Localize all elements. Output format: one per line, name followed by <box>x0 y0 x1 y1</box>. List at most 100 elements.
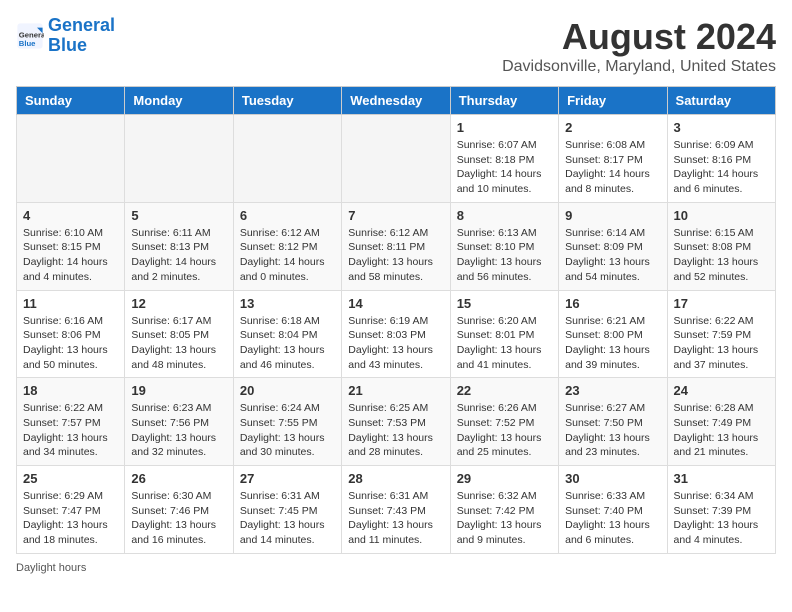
calendar-cell: 22Sunrise: 6:26 AMSunset: 7:52 PMDayligh… <box>450 378 558 466</box>
day-info: Sunrise: 6:22 AMSunset: 7:59 PMDaylight:… <box>674 314 769 373</box>
calendar-cell: 5Sunrise: 6:11 AMSunset: 8:13 PMDaylight… <box>125 202 233 290</box>
weekday-header: Sunday <box>17 87 125 115</box>
day-info: Sunrise: 6:08 AMSunset: 8:17 PMDaylight:… <box>565 138 660 197</box>
svg-text:General: General <box>19 30 44 39</box>
day-info: Sunrise: 6:25 AMSunset: 7:53 PMDaylight:… <box>348 401 443 460</box>
logo-icon: General Blue <box>16 22 44 50</box>
calendar-cell: 29 Sunrise: 6:32 AMSunset: 7:42 PMDayligh… <box>450 466 558 554</box>
day-info: Sunrise: 6:14 AMSunset: 8:09 PMDaylight:… <box>565 226 660 285</box>
day-info: Sunrise: 6:19 AMSunset: 8:03 PMDaylight:… <box>348 314 443 373</box>
calendar-cell: 17 Sunrise: 6:22 AMSunset: 7:59 PMDayligh… <box>667 290 775 378</box>
calendar-cell: 18Sunrise: 6:22 AMSunset: 7:57 PMDayligh… <box>17 378 125 466</box>
title-area: August 2024 Davidsonville, Maryland, Uni… <box>502 16 776 76</box>
day-number: 18 <box>23 383 118 398</box>
day-number: 20 <box>240 383 335 398</box>
weekday-header: Thursday <box>450 87 558 115</box>
day-info: Sunrise: 6:21 AMSunset: 8:00 PMDaylight:… <box>565 314 660 373</box>
day-number: 23 <box>565 383 660 398</box>
day-number: 3 <box>674 120 769 135</box>
day-number: 9 <box>565 208 660 223</box>
day-info: Sunrise: 6:15 AMSunset: 8:08 PMDaylight:… <box>674 226 769 285</box>
day-number: 13 <box>240 296 335 311</box>
day-info: Sunrise: 6:20 AMSunset: 8:01 PMDaylight:… <box>457 314 552 373</box>
day-number: 10 <box>674 208 769 223</box>
weekday-header: Wednesday <box>342 87 450 115</box>
day-info: Sunrise: 6:12 AMSunset: 8:12 PMDaylight:… <box>240 226 335 285</box>
calendar-cell <box>342 115 450 203</box>
day-number: 17 <box>674 296 769 311</box>
day-info: Sunrise: 6:09 AMSunset: 8:16 PMDaylight:… <box>674 138 769 197</box>
day-info: Sunrise: 6:31 AMSunset: 7:43 PMDaylight:… <box>348 489 443 548</box>
day-info: Sunrise: 6:17 AMSunset: 8:05 PMDaylight:… <box>131 314 226 373</box>
day-number: 19 <box>131 383 226 398</box>
day-number: 26 <box>131 471 226 486</box>
day-number: 21 <box>348 383 443 398</box>
main-title: August 2024 <box>502 16 776 58</box>
logo-line2: Blue <box>48 35 87 55</box>
day-info: Sunrise: 6:23 AMSunset: 7:56 PMDaylight:… <box>131 401 226 460</box>
calendar-cell: 27 Sunrise: 6:31 AMSunset: 7:45 PMDayligh… <box>233 466 341 554</box>
day-info: Sunrise: 6:28 AMSunset: 7:49 PMDaylight:… <box>674 401 769 460</box>
calendar-cell: 26Sunrise: 6:30 AMSunset: 7:46 PMDayligh… <box>125 466 233 554</box>
day-number: 5 <box>131 208 226 223</box>
calendar-cell: 3 Sunrise: 6:09 AMSunset: 8:16 PMDaylight… <box>667 115 775 203</box>
day-info: Sunrise: 6:31 AMSunset: 7:45 PMDaylight:… <box>240 489 335 548</box>
day-info: Sunrise: 6:10 AMSunset: 8:15 PMDaylight:… <box>23 226 118 285</box>
day-number: 16 <box>565 296 660 311</box>
calendar-cell: 11Sunrise: 6:16 AMSunset: 8:06 PMDayligh… <box>17 290 125 378</box>
weekday-header: Monday <box>125 87 233 115</box>
weekday-header-row: SundayMondayTuesdayWednesdayThursdayFrid… <box>17 87 776 115</box>
day-info: Sunrise: 6:24 AMSunset: 7:55 PMDaylight:… <box>240 401 335 460</box>
calendar-cell: 15Sunrise: 6:20 AMSunset: 8:01 PMDayligh… <box>450 290 558 378</box>
day-number: 27 <box>240 471 335 486</box>
calendar-cell: 10 Sunrise: 6:15 AMSunset: 8:08 PMDayligh… <box>667 202 775 290</box>
day-number: 7 <box>348 208 443 223</box>
day-number: 6 <box>240 208 335 223</box>
calendar-cell: 24Sunrise: 6:28 AMSunset: 7:49 PMDayligh… <box>667 378 775 466</box>
calendar-week-row: 4 Sunrise: 6:10 AMSunset: 8:15 PMDaylight… <box>17 202 776 290</box>
calendar-cell: 14Sunrise: 6:19 AMSunset: 8:03 PMDayligh… <box>342 290 450 378</box>
calendar-cell: 8 Sunrise: 6:13 AMSunset: 8:10 PMDaylight… <box>450 202 558 290</box>
calendar-cell <box>125 115 233 203</box>
calendar-cell: 23 Sunrise: 6:27 AMSunset: 7:50 PMDayligh… <box>559 378 667 466</box>
subtitle: Davidsonville, Maryland, United States <box>502 58 776 76</box>
day-info: Sunrise: 6:13 AMSunset: 8:10 PMDaylight:… <box>457 226 552 285</box>
calendar-cell: 2 Sunrise: 6:08 AMSunset: 8:17 PMDaylight… <box>559 115 667 203</box>
weekday-header: Saturday <box>667 87 775 115</box>
calendar-week-row: 18Sunrise: 6:22 AMSunset: 7:57 PMDayligh… <box>17 378 776 466</box>
day-number: 1 <box>457 120 552 135</box>
day-number: 25 <box>23 471 118 486</box>
calendar-week-row: 1 Sunrise: 6:07 AMSunset: 8:18 PMDaylight… <box>17 115 776 203</box>
calendar-cell <box>17 115 125 203</box>
page-header: General Blue General Blue August 2024 Da… <box>16 16 776 76</box>
calendar-cell: 4 Sunrise: 6:10 AMSunset: 8:15 PMDaylight… <box>17 202 125 290</box>
calendar-cell: 1 Sunrise: 6:07 AMSunset: 8:18 PMDaylight… <box>450 115 558 203</box>
svg-text:Blue: Blue <box>19 39 36 48</box>
calendar-cell: 12Sunrise: 6:17 AMSunset: 8:05 PMDayligh… <box>125 290 233 378</box>
day-number: 28 <box>348 471 443 486</box>
day-info: Sunrise: 6:27 AMSunset: 7:50 PMDaylight:… <box>565 401 660 460</box>
day-number: 29 <box>457 471 552 486</box>
calendar-cell: 21 Sunrise: 6:25 AMSunset: 7:53 PMDayligh… <box>342 378 450 466</box>
calendar-cell: 28 Sunrise: 6:31 AMSunset: 7:43 PMDayligh… <box>342 466 450 554</box>
calendar-week-row: 11Sunrise: 6:16 AMSunset: 8:06 PMDayligh… <box>17 290 776 378</box>
day-number: 22 <box>457 383 552 398</box>
day-number: 30 <box>565 471 660 486</box>
calendar-week-row: 25 Sunrise: 6:29 AMSunset: 7:47 PMDayligh… <box>17 466 776 554</box>
calendar-table: SundayMondayTuesdayWednesdayThursdayFrid… <box>16 86 776 554</box>
logo-line1: General <box>48 15 115 35</box>
calendar-cell: 30Sunrise: 6:33 AMSunset: 7:40 PMDayligh… <box>559 466 667 554</box>
day-info: Sunrise: 6:12 AMSunset: 8:11 PMDaylight:… <box>348 226 443 285</box>
logo: General Blue General Blue <box>16 16 115 56</box>
day-info: Sunrise: 6:29 AMSunset: 7:47 PMDaylight:… <box>23 489 118 548</box>
day-number: 8 <box>457 208 552 223</box>
day-number: 4 <box>23 208 118 223</box>
day-info: Sunrise: 6:32 AMSunset: 7:42 PMDaylight:… <box>457 489 552 548</box>
day-number: 2 <box>565 120 660 135</box>
day-info: Sunrise: 6:18 AMSunset: 8:04 PMDaylight:… <box>240 314 335 373</box>
calendar-cell: 20 Sunrise: 6:24 AMSunset: 7:55 PMDayligh… <box>233 378 341 466</box>
day-info: Sunrise: 6:07 AMSunset: 8:18 PMDaylight:… <box>457 138 552 197</box>
day-info: Sunrise: 6:34 AMSunset: 7:39 PMDaylight:… <box>674 489 769 548</box>
calendar-cell: 9 Sunrise: 6:14 AMSunset: 8:09 PMDaylight… <box>559 202 667 290</box>
weekday-header: Tuesday <box>233 87 341 115</box>
